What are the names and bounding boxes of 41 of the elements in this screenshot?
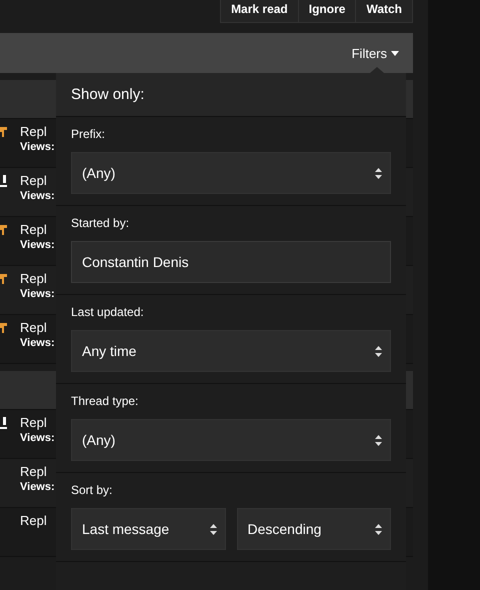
replies-text: Repl: [20, 463, 48, 481]
views-text: Views:: [20, 190, 55, 202]
up-down-arrows-icon: [375, 524, 382, 534]
caret-icon: [391, 50, 399, 56]
pin-icon: [0, 273, 7, 285]
pin-icon: [0, 322, 7, 334]
filters-button[interactable]: Filters: [352, 46, 399, 60]
field-label: Thread type:: [71, 393, 140, 409]
select-field[interactable]: (Any): [71, 419, 391, 461]
field-label: Last updated:: [71, 304, 145, 320]
views-text: Views:: [20, 337, 55, 349]
action-button[interactable]: Ignore: [298, 0, 356, 22]
select-field[interactable]: Last message: [71, 508, 226, 550]
select-field[interactable]: Descending: [236, 508, 391, 550]
pin-icon: [0, 126, 7, 138]
action-button[interactable]: Mark read: [221, 0, 298, 22]
replies-text: Repl: [20, 512, 47, 530]
input-field[interactable]: Constantin Denis: [71, 241, 391, 283]
select-field[interactable]: (Any): [71, 152, 391, 194]
replies-text: Repl: [20, 172, 48, 190]
views-text: Views:: [20, 239, 55, 251]
up-down-arrows-icon: [375, 168, 382, 178]
select-field[interactable]: Any time: [71, 330, 391, 372]
up-down-arrows-icon: [375, 434, 382, 446]
replies-text: Repl: [20, 270, 48, 288]
field-label: Started by:: [71, 215, 130, 231]
menu-title: Show only:: [56, 73, 406, 117]
action-button[interactable]: Watch: [355, 0, 412, 22]
replies-text: Repl: [20, 123, 48, 141]
replies-text: Repl: [20, 221, 48, 239]
up-down-arrows-icon: [375, 346, 382, 356]
views-text: Views:: [20, 432, 55, 444]
views-text: Views:: [20, 288, 55, 300]
pin-icon: [0, 224, 7, 236]
field-label: Sort by:: [71, 482, 114, 498]
replies-text: Repl: [20, 319, 48, 337]
field-label: Prefix:: [71, 126, 106, 142]
up-down-arrows-icon: [210, 524, 216, 534]
views-text: Views:: [20, 141, 55, 153]
replies-text: Repl: [20, 414, 48, 432]
views-text: Views:: [20, 481, 55, 493]
